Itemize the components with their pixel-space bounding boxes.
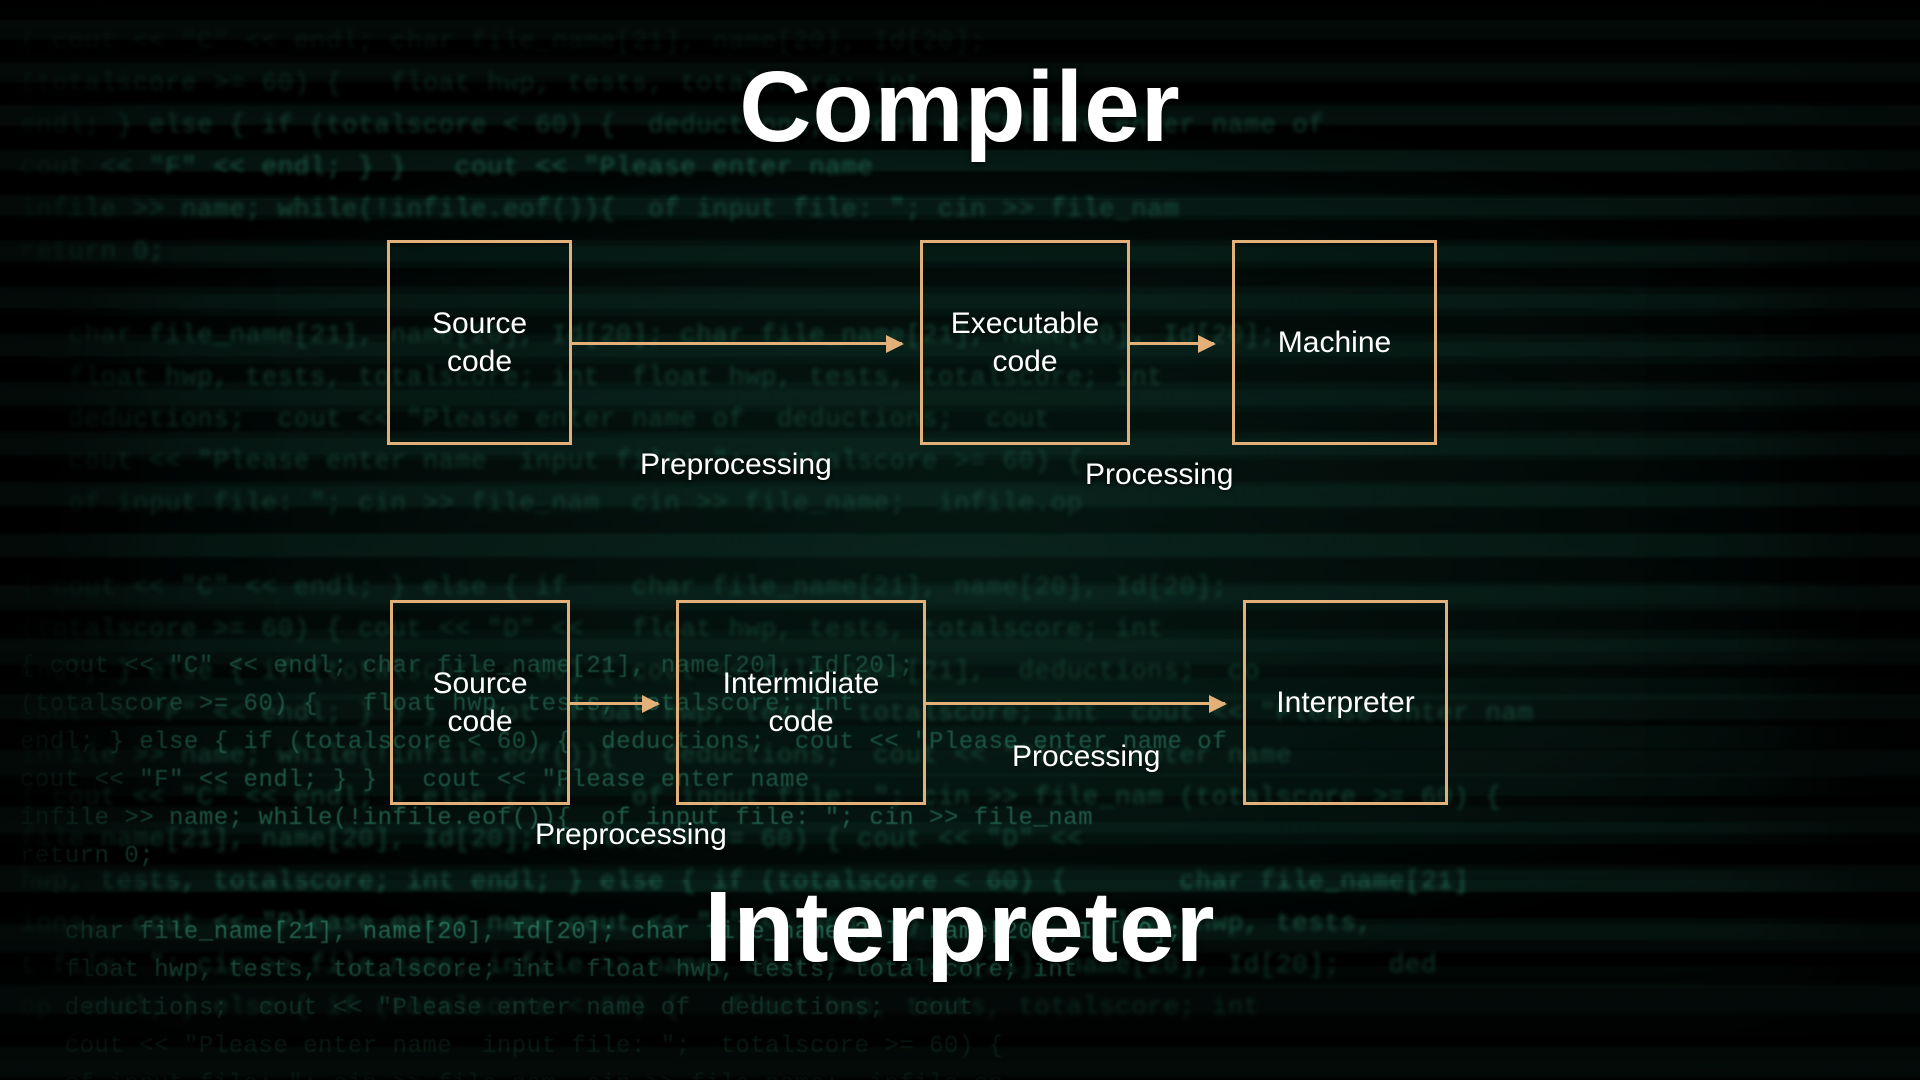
- diagram-stage: Compiler Source code Executable code Mac…: [0, 0, 1920, 1080]
- interpreter-node-source: Source code: [390, 600, 570, 805]
- interpreter-label-processing: Processing: [1012, 740, 1160, 774]
- interpreter-node-runner: Interpreter: [1243, 600, 1448, 805]
- compiler-node-source: Source code: [387, 240, 572, 445]
- compiler-label-processing: Processing: [1085, 458, 1233, 492]
- interpreter-arrow-processing: [926, 702, 1225, 705]
- compiler-arrow-preprocessing: [572, 342, 902, 345]
- interpreter-arrow-preprocessing: [570, 702, 658, 705]
- compiler-node-executable: Executable code: [920, 240, 1130, 445]
- compiler-label-preprocessing: Preprocessing: [640, 448, 832, 482]
- interpreter-node-intermediate: Intermidiate code: [676, 600, 926, 805]
- interpreter-label-preprocessing: Preprocessing: [535, 818, 727, 852]
- title-compiler: Compiler: [0, 50, 1920, 165]
- title-interpreter: Interpreter: [0, 870, 1920, 985]
- compiler-arrow-processing: [1130, 342, 1214, 345]
- compiler-node-machine: Machine: [1232, 240, 1437, 445]
